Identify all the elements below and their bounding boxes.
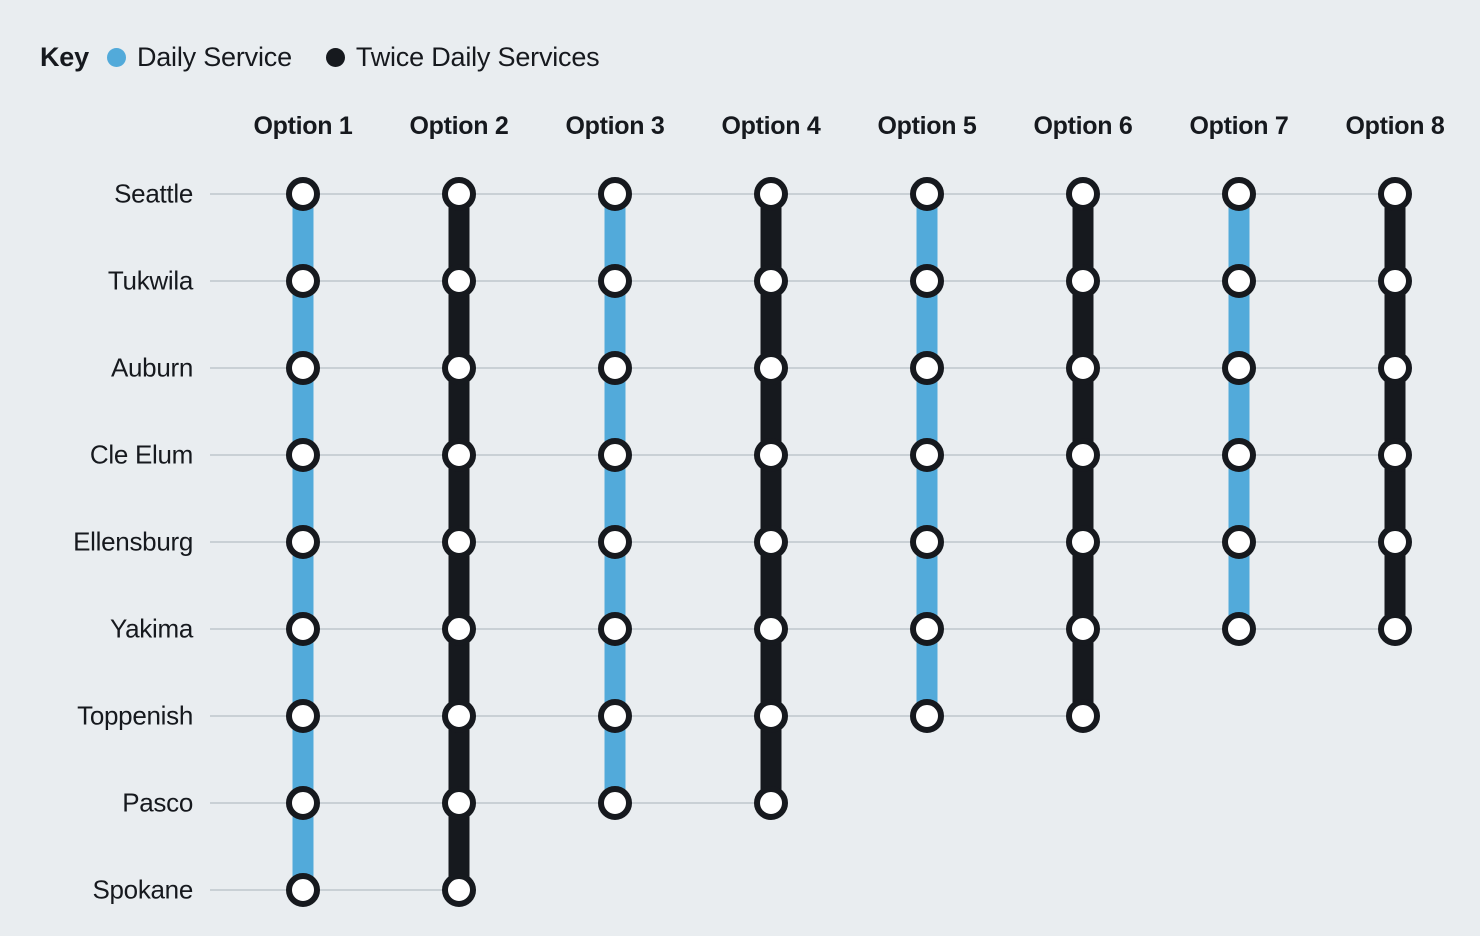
gridline-yakima <box>210 628 1395 630</box>
station-node-option-3-toppenish[interactable] <box>598 699 632 733</box>
station-node-option-6-seattle[interactable] <box>1066 177 1100 211</box>
station-node-option-1-pasco[interactable] <box>286 786 320 820</box>
legend-item-twice-daily-services: Twice Daily Services <box>325 41 600 73</box>
gridline-ellensburg <box>210 541 1395 543</box>
station-node-option-4-yakima[interactable] <box>754 612 788 646</box>
station-node-option-3-ellensburg[interactable] <box>598 525 632 559</box>
row-label-spokane: Spokane <box>92 874 193 905</box>
station-node-option-2-ellensburg[interactable] <box>442 525 476 559</box>
daily-service-circle-icon <box>106 47 126 67</box>
station-node-option-4-seattle[interactable] <box>754 177 788 211</box>
station-node-option-3-auburn[interactable] <box>598 351 632 385</box>
gridline-toppenish <box>210 715 1083 717</box>
station-node-option-5-cle-elum[interactable] <box>910 438 944 472</box>
column-header-option-4: Option 4 <box>721 112 821 140</box>
station-node-option-2-yakima[interactable] <box>442 612 476 646</box>
station-node-option-6-auburn[interactable] <box>1066 351 1100 385</box>
route-line-option-7[interactable] <box>1228 194 1250 629</box>
station-node-option-7-auburn[interactable] <box>1222 351 1256 385</box>
gridline-seattle <box>210 193 1395 195</box>
station-node-option-1-auburn[interactable] <box>286 351 320 385</box>
gridline-auburn <box>210 367 1395 369</box>
column-header-option-5: Option 5 <box>877 112 977 140</box>
station-node-option-5-seattle[interactable] <box>910 177 944 211</box>
station-node-option-8-tukwila[interactable] <box>1378 264 1412 298</box>
station-node-option-1-spokane[interactable] <box>286 873 320 907</box>
station-node-option-3-cle-elum[interactable] <box>598 438 632 472</box>
legend-label-daily-service: Daily Service <box>136 41 292 72</box>
station-node-option-4-ellensburg[interactable] <box>754 525 788 559</box>
station-node-option-5-auburn[interactable] <box>910 351 944 385</box>
station-node-option-1-cle-elum[interactable] <box>286 438 320 472</box>
station-node-option-6-cle-elum[interactable] <box>1066 438 1100 472</box>
station-node-option-8-yakima[interactable] <box>1378 612 1412 646</box>
legend-title: Key <box>40 41 89 72</box>
station-node-option-3-seattle[interactable] <box>598 177 632 211</box>
station-node-option-7-tukwila[interactable] <box>1222 264 1256 298</box>
twice-daily-services-circle-icon <box>325 47 345 67</box>
station-node-option-3-pasco[interactable] <box>598 786 632 820</box>
station-node-option-5-tukwila[interactable] <box>910 264 944 298</box>
row-label-auburn: Auburn <box>110 352 193 383</box>
station-node-option-7-seattle[interactable] <box>1222 177 1256 211</box>
station-node-option-4-toppenish[interactable] <box>754 699 788 733</box>
station-node-option-7-cle-elum[interactable] <box>1222 438 1256 472</box>
gridline-tukwila <box>210 280 1395 282</box>
station-node-option-3-tukwila[interactable] <box>598 264 632 298</box>
service-options-chart: Key Daily Service Twice Daily Services S… <box>0 0 1480 936</box>
station-node-option-4-pasco[interactable] <box>754 786 788 820</box>
column-header-option-1: Option 1 <box>253 112 353 140</box>
station-node-option-8-auburn[interactable] <box>1378 351 1412 385</box>
station-node-option-8-ellensburg[interactable] <box>1378 525 1412 559</box>
station-node-option-5-toppenish[interactable] <box>910 699 944 733</box>
station-node-option-4-tukwila[interactable] <box>754 264 788 298</box>
legend-label-twice-daily-services: Twice Daily Services <box>355 41 600 72</box>
station-node-option-4-cle-elum[interactable] <box>754 438 788 472</box>
station-node-option-2-spokane[interactable] <box>442 873 476 907</box>
station-node-option-2-seattle[interactable] <box>442 177 476 211</box>
station-node-option-7-ellensburg[interactable] <box>1222 525 1256 559</box>
column-header-option-3: Option 3 <box>565 112 665 140</box>
row-label-pasco: Pasco <box>122 787 193 818</box>
station-node-option-2-toppenish[interactable] <box>442 699 476 733</box>
station-node-option-2-cle-elum[interactable] <box>442 438 476 472</box>
gridline-cle-elum <box>210 454 1395 456</box>
legend-item-daily-service: Daily Service <box>106 41 292 73</box>
column-header-option-2: Option 2 <box>409 112 509 140</box>
station-node-option-1-tukwila[interactable] <box>286 264 320 298</box>
station-node-option-2-tukwila[interactable] <box>442 264 476 298</box>
row-label-toppenish: Toppenish <box>77 700 193 731</box>
column-header-option-8: Option 8 <box>1345 112 1445 140</box>
station-node-option-7-yakima[interactable] <box>1222 612 1256 646</box>
station-node-option-1-toppenish[interactable] <box>286 699 320 733</box>
column-header-option-7: Option 7 <box>1189 112 1289 140</box>
gridline-spokane <box>210 889 459 891</box>
row-label-seattle: Seattle <box>114 178 193 209</box>
station-node-option-5-ellensburg[interactable] <box>910 525 944 559</box>
station-node-option-5-yakima[interactable] <box>910 612 944 646</box>
station-node-option-3-yakima[interactable] <box>598 612 632 646</box>
station-node-option-1-seattle[interactable] <box>286 177 320 211</box>
row-label-cle-elum: Cle Elum <box>89 439 193 470</box>
station-node-option-1-yakima[interactable] <box>286 612 320 646</box>
station-node-option-2-pasco[interactable] <box>442 786 476 820</box>
station-node-option-6-toppenish[interactable] <box>1066 699 1100 733</box>
row-label-ellensburg: Ellensburg <box>73 526 193 557</box>
station-node-option-2-auburn[interactable] <box>442 351 476 385</box>
station-node-option-8-seattle[interactable] <box>1378 177 1412 211</box>
station-node-option-6-tukwila[interactable] <box>1066 264 1100 298</box>
station-node-option-6-yakima[interactable] <box>1066 612 1100 646</box>
column-header-option-6: Option 6 <box>1033 112 1133 140</box>
route-line-option-8[interactable] <box>1384 194 1406 629</box>
station-node-option-4-auburn[interactable] <box>754 351 788 385</box>
legend: Key Daily Service Twice Daily Services <box>40 38 633 76</box>
station-node-option-1-ellensburg[interactable] <box>286 525 320 559</box>
row-label-tukwila: Tukwila <box>107 265 193 296</box>
station-node-option-8-cle-elum[interactable] <box>1378 438 1412 472</box>
station-node-option-6-ellensburg[interactable] <box>1066 525 1100 559</box>
row-label-yakima: Yakima <box>110 613 193 644</box>
